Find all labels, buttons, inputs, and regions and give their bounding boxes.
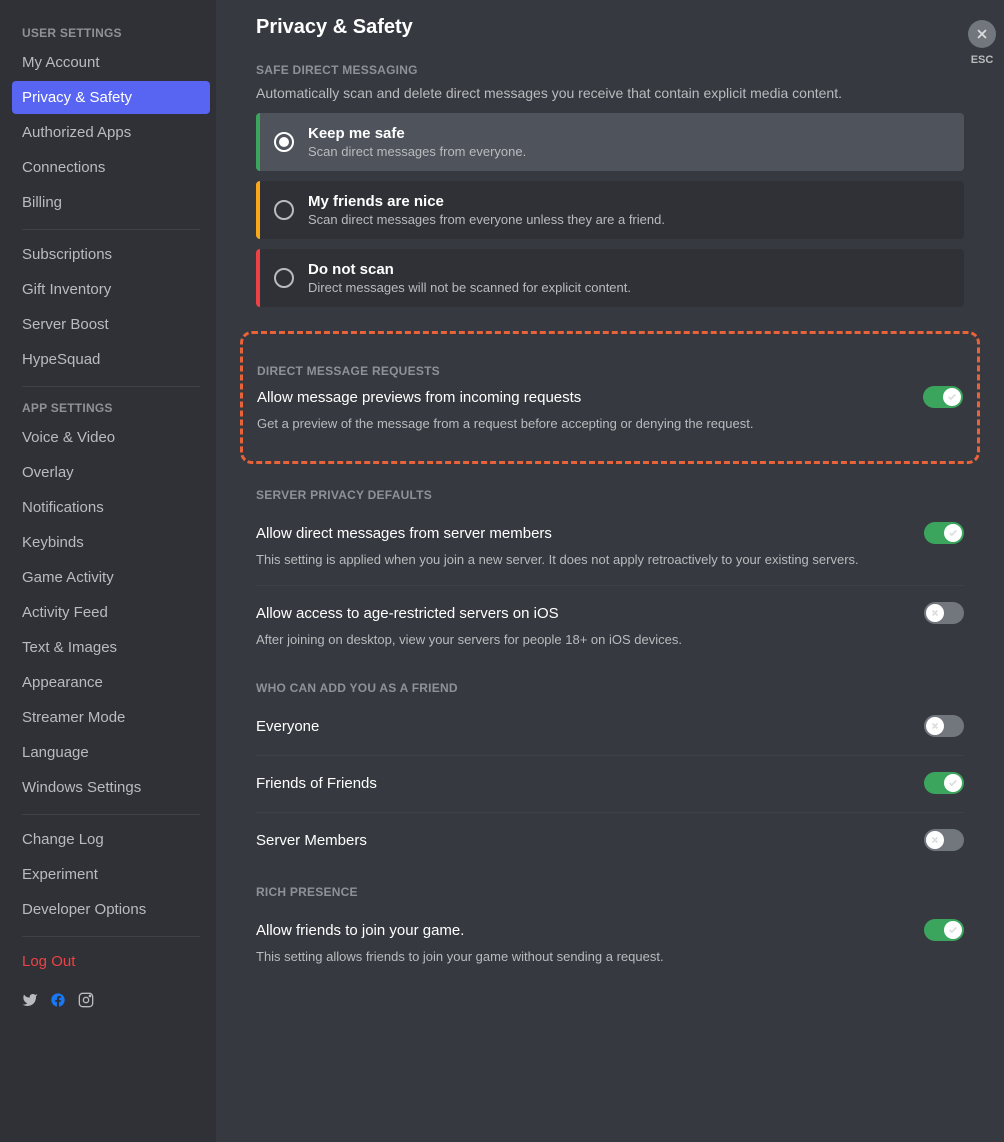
radio-keep-me-safe[interactable]: Keep me safe Scan direct messages from e… xyxy=(256,113,964,171)
section-desc-safe-dm: Automatically scan and delete direct mes… xyxy=(256,85,964,101)
sidebar-item-developer-options[interactable]: Developer Options xyxy=(12,893,210,926)
radio-icon xyxy=(274,200,294,220)
radio-title: My friends are nice xyxy=(308,193,665,210)
radio-do-not-scan[interactable]: Do not scan Direct messages will not be … xyxy=(256,249,964,307)
close-label: ESC xyxy=(971,54,994,66)
radio-icon xyxy=(274,268,294,288)
settings-sidebar: USER SETTINGS My Account Privacy & Safet… xyxy=(0,0,216,1142)
row-divider xyxy=(256,755,964,756)
facebook-icon[interactable] xyxy=(50,992,66,1008)
toggle-fof[interactable] xyxy=(924,772,964,794)
sidebar-item-game-activity[interactable]: Game Activity xyxy=(12,561,210,594)
sidebar-header-app: APP SETTINGS xyxy=(12,395,210,421)
sidebar-item-text-images[interactable]: Text & Images xyxy=(12,631,210,664)
sidebar-divider xyxy=(22,936,200,937)
setting-desc-server-dm: This setting is applied when you join a … xyxy=(256,552,964,567)
sidebar-item-language[interactable]: Language xyxy=(12,736,210,769)
setting-desc-join-game: This setting allows friends to join your… xyxy=(256,949,964,964)
toggle-server-members[interactable] xyxy=(924,829,964,851)
twitter-icon[interactable] xyxy=(22,992,38,1008)
sidebar-item-billing[interactable]: Billing xyxy=(12,186,210,219)
setting-title-fof: Friends of Friends xyxy=(256,775,377,792)
setting-desc-age-ios: After joining on desktop, view your serv… xyxy=(256,632,964,647)
row-divider xyxy=(256,812,964,813)
sidebar-item-notifications[interactable]: Notifications xyxy=(12,491,210,524)
toggle-join-game[interactable] xyxy=(924,919,964,941)
close-button[interactable]: ESC xyxy=(968,20,996,66)
sidebar-divider xyxy=(22,229,200,230)
sidebar-item-authorized-apps[interactable]: Authorized Apps xyxy=(12,116,210,149)
setting-title-age-ios: Allow access to age-restricted servers o… xyxy=(256,605,559,622)
radio-title: Keep me safe xyxy=(308,125,526,142)
highlight-dm-requests: DIRECT MESSAGE REQUESTS Allow message pr… xyxy=(240,331,980,464)
section-header-rich-presence: RICH PRESENCE xyxy=(256,885,964,899)
section-header-friend-add: WHO CAN ADD YOU AS A FRIEND xyxy=(256,681,964,695)
setting-title-everyone: Everyone xyxy=(256,718,319,735)
sidebar-item-change-log[interactable]: Change Log xyxy=(12,823,210,856)
setting-title-dm-preview: Allow message previews from incoming req… xyxy=(257,389,581,406)
sidebar-item-windows-settings[interactable]: Windows Settings xyxy=(12,771,210,804)
radio-desc: Direct messages will not be scanned for … xyxy=(308,280,631,295)
sidebar-item-appearance[interactable]: Appearance xyxy=(12,666,210,699)
setting-title-join-game: Allow friends to join your game. xyxy=(256,922,464,939)
sidebar-item-server-boost[interactable]: Server Boost xyxy=(12,308,210,341)
setting-desc-dm-preview: Get a preview of the message from a requ… xyxy=(257,416,963,431)
instagram-icon[interactable] xyxy=(78,992,94,1008)
sidebar-social-row xyxy=(12,984,210,1016)
sidebar-divider xyxy=(22,814,200,815)
sidebar-item-gift-inventory[interactable]: Gift Inventory xyxy=(12,273,210,306)
radio-title: Do not scan xyxy=(308,261,631,278)
sidebar-item-privacy-safety[interactable]: Privacy & Safety xyxy=(12,81,210,114)
sidebar-header-user: USER SETTINGS xyxy=(12,20,210,46)
section-header-dm-requests: DIRECT MESSAGE REQUESTS xyxy=(257,364,963,378)
toggle-age-ios[interactable] xyxy=(924,602,964,624)
sidebar-item-experiment[interactable]: Experiment xyxy=(12,858,210,891)
close-icon xyxy=(968,20,996,48)
toggle-dm-preview[interactable] xyxy=(923,386,963,408)
setting-title-server-members: Server Members xyxy=(256,832,367,849)
toggle-server-dm[interactable] xyxy=(924,522,964,544)
sidebar-item-activity-feed[interactable]: Activity Feed xyxy=(12,596,210,629)
toggle-everyone[interactable] xyxy=(924,715,964,737)
radio-friends-nice[interactable]: My friends are nice Scan direct messages… xyxy=(256,181,964,239)
setting-title-server-dm: Allow direct messages from server member… xyxy=(256,525,552,542)
main-content: ESC Privacy & Safety SAFE DIRECT MESSAGI… xyxy=(216,0,1004,1142)
page-title: Privacy & Safety xyxy=(256,16,964,39)
sidebar-item-my-account[interactable]: My Account xyxy=(12,46,210,79)
row-divider xyxy=(256,585,964,586)
sidebar-item-keybinds[interactable]: Keybinds xyxy=(12,526,210,559)
sidebar-item-voice-video[interactable]: Voice & Video xyxy=(12,421,210,454)
section-header-server-privacy: SERVER PRIVACY DEFAULTS xyxy=(256,488,964,502)
sidebar-item-connections[interactable]: Connections xyxy=(12,151,210,184)
radio-icon xyxy=(274,132,294,152)
sidebar-item-hypesquad[interactable]: HypeSquad xyxy=(12,343,210,376)
sidebar-item-overlay[interactable]: Overlay xyxy=(12,456,210,489)
sidebar-item-streamer-mode[interactable]: Streamer Mode xyxy=(12,701,210,734)
radio-desc: Scan direct messages from everyone unles… xyxy=(308,212,665,227)
sidebar-item-subscriptions[interactable]: Subscriptions xyxy=(12,238,210,271)
sidebar-divider xyxy=(22,386,200,387)
radio-desc: Scan direct messages from everyone. xyxy=(308,144,526,159)
sidebar-item-logout[interactable]: Log Out xyxy=(12,945,210,978)
section-header-safe-dm: SAFE DIRECT MESSAGING xyxy=(256,63,964,77)
